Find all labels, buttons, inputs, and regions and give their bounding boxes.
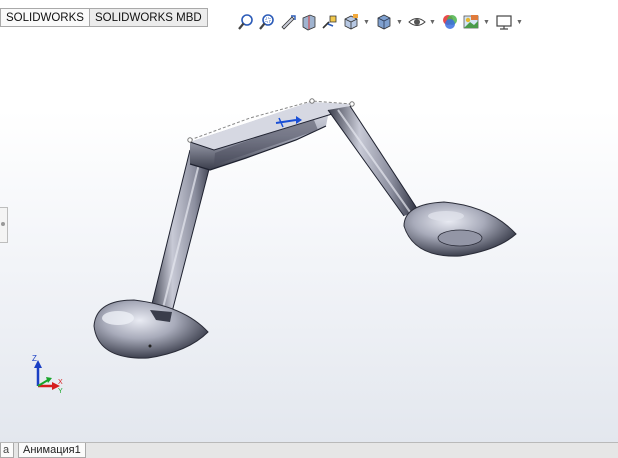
chevron-down-icon[interactable]: ▼ [482,12,491,32]
right-foot [403,201,517,257]
edit-appearance-icon[interactable] [440,12,460,32]
view-orientation-icon[interactable] [341,12,361,32]
chevron-down-icon[interactable]: ▼ [362,12,371,32]
apply-scene-icon[interactable] [461,12,481,32]
reference-triad: Z X Y [32,354,63,395]
bottom-tab-bar: a Анимация1 [0,442,618,458]
section-view-icon[interactable] [299,12,319,32]
tab-animation1[interactable]: Анимация1 [18,443,86,458]
part-model[interactable] [0,0,618,442]
tab-solidworks[interactable]: SOLIDWORKS [0,8,90,27]
panel-collapse-handle[interactable] [0,207,8,243]
right-leg [327,105,419,217]
left-leg [149,149,215,313]
dynamic-annotation-views-icon[interactable] [320,12,340,32]
zoom-to-area-icon[interactable] [257,12,277,32]
triad-z-label: Z [32,354,37,363]
triad-x-label: X [58,379,63,386]
tab-solidworks-mbd[interactable]: SOLIDWORKS MBD [88,8,208,27]
top-bar [187,98,355,171]
chevron-down-icon[interactable]: ▼ [428,12,437,32]
graphics-area[interactable]: SOLIDWORKS SOLIDWORKS MBD ▼ ▼ ▼ ▼ ▼ Z X … [0,0,618,442]
heads-up-view-toolbar: ▼ ▼ ▼ ▼ ▼ [236,12,527,32]
previous-view-icon[interactable] [278,12,298,32]
triad-y-label: Y [58,388,63,395]
hide-show-items-icon[interactable] [407,12,427,32]
zoom-to-fit-icon[interactable] [236,12,256,32]
tab-model[interactable]: a [0,443,14,458]
command-manager-tabs: SOLIDWORKS SOLIDWORKS MBD [0,8,208,28]
left-foot [93,299,209,359]
chevron-down-icon[interactable]: ▼ [515,12,524,32]
handle-dot-icon [1,222,5,226]
display-style-icon[interactable] [374,12,394,32]
chevron-down-icon[interactable]: ▼ [395,12,404,32]
view-settings-icon[interactable] [494,12,514,32]
